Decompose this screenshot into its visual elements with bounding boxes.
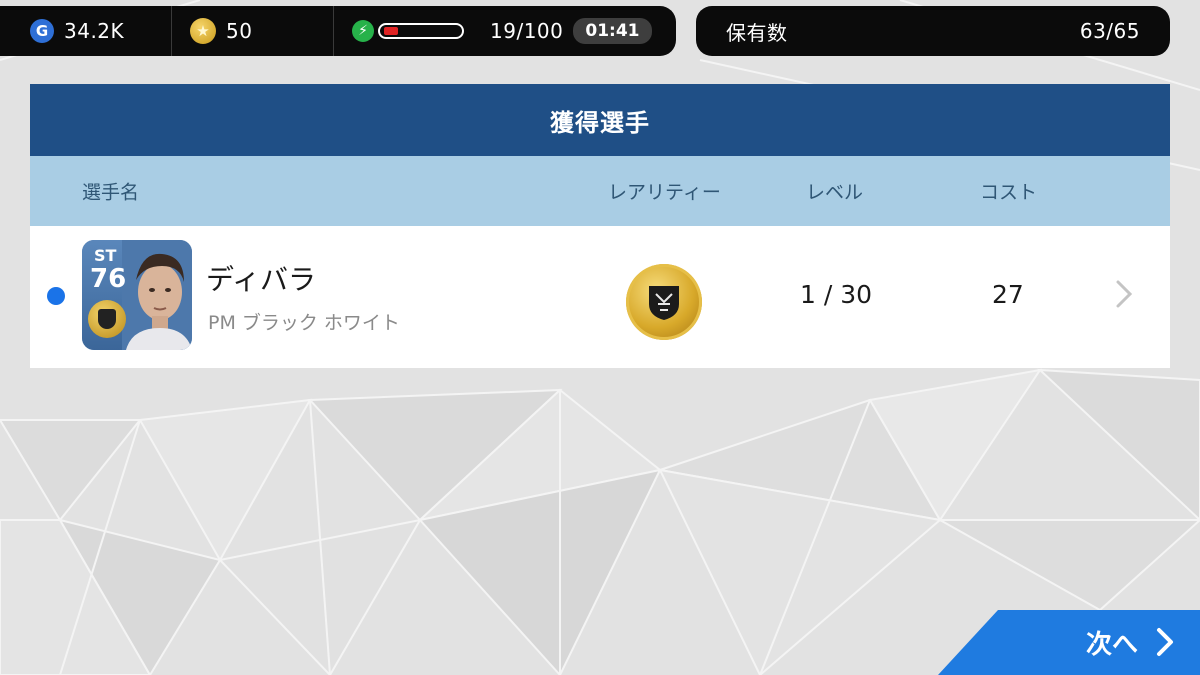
card-badge-crest bbox=[98, 309, 116, 329]
new-indicator-dot bbox=[47, 287, 65, 305]
player-name: ディバラ bbox=[206, 263, 317, 296]
coin-value: 50 bbox=[226, 19, 253, 43]
status-bar: G 34.2K ★ 50 ⚡ 19/100 01:41 bbox=[0, 6, 676, 56]
player-portrait bbox=[122, 240, 192, 350]
card-rating: 76 bbox=[90, 264, 127, 294]
energy-count: 19/100 bbox=[490, 19, 564, 43]
holdings-label: 保有数 bbox=[726, 20, 788, 45]
next-button-label: 次へ bbox=[1086, 630, 1139, 660]
gold-rarity-badge-icon bbox=[626, 264, 702, 340]
card-position: ST bbox=[94, 246, 117, 265]
player-card[interactable]: ST 76 bbox=[82, 240, 192, 350]
coin-icon: ★ bbox=[190, 18, 216, 44]
energy-bar-fill bbox=[384, 27, 398, 35]
gp-value: 34.2K bbox=[64, 19, 125, 43]
energy-bar bbox=[378, 23, 464, 39]
chevron-right-icon[interactable] bbox=[1110, 274, 1138, 314]
player-variant: PM ブラック ホワイト bbox=[208, 312, 400, 334]
gp-icon: G bbox=[30, 19, 54, 43]
column-header-row: 選手名 レアリティー レベル コスト bbox=[30, 156, 1170, 226]
panel-title: 獲得選手 bbox=[30, 84, 1170, 156]
player-level: 1 / 30 bbox=[800, 280, 873, 309]
card-rarity-badge-icon bbox=[88, 300, 126, 338]
next-chevron-icon bbox=[1157, 628, 1173, 656]
column-header-level: レベル bbox=[806, 181, 864, 204]
coin-counter[interactable]: ★ 50 bbox=[172, 6, 334, 56]
player-row[interactable]: ST 76 ディバラ PM ブラック ホワイト 1 / 30 27 bbox=[30, 226, 1170, 368]
energy-counter[interactable]: ⚡ 19/100 01:41 bbox=[334, 6, 676, 56]
player-cost: 27 bbox=[992, 280, 1024, 309]
energy-timer: 01:41 bbox=[573, 18, 652, 44]
shield-crest-icon bbox=[649, 286, 679, 320]
holdings-value: 63/65 bbox=[1079, 19, 1140, 43]
column-header-cost: コスト bbox=[980, 181, 1038, 204]
lightning-bolt-icon: ⚡ bbox=[352, 20, 374, 42]
column-header-name: 選手名 bbox=[82, 181, 140, 204]
next-button[interactable]: 次へ bbox=[938, 610, 1200, 675]
acquired-players-panel: 獲得選手 選手名 レアリティー レベル コスト ST 76 ディバラ PM ブラ… bbox=[30, 84, 1170, 368]
holdings-bar: 保有数 63/65 bbox=[696, 6, 1170, 56]
gp-counter: G 34.2K bbox=[0, 6, 172, 56]
column-header-rarity: レアリティー bbox=[608, 181, 721, 204]
